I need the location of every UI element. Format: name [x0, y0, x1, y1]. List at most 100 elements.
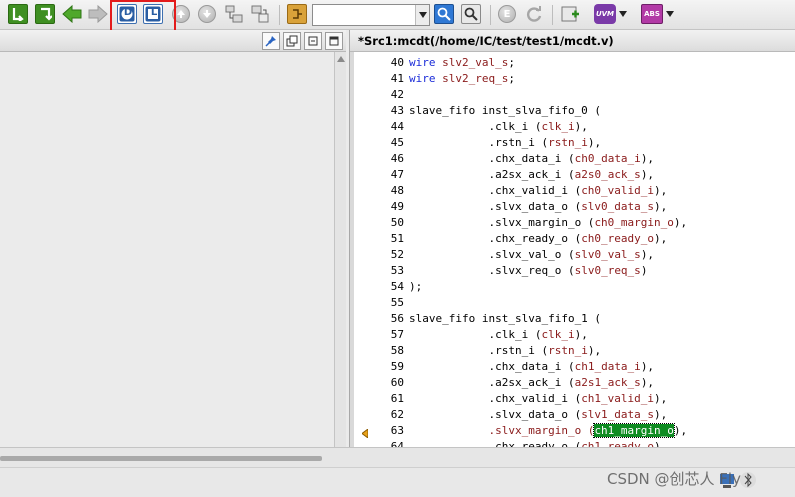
code-line[interactable]: 44 .clk_i (clk_i),: [354, 119, 795, 135]
code-identifier[interactable]: ch1_data_i: [575, 360, 641, 373]
driver-label: D: [123, 7, 133, 18]
uvm-icon[interactable]: UVM: [594, 4, 616, 24]
code-identifier[interactable]: ch0_margin_o: [594, 216, 673, 229]
pin-icon[interactable]: [262, 32, 280, 50]
code-token: .clk_i (: [409, 120, 542, 133]
code-identifier[interactable]: ch0_data_i: [575, 152, 641, 165]
code-line[interactable]: 51 .chx_ready_o (ch0_ready_o),: [354, 231, 795, 247]
line-number: 64: [390, 440, 404, 447]
code-text: .clk_i (clk_i),: [409, 327, 587, 343]
e-icon[interactable]: E: [498, 5, 516, 23]
code-line[interactable]: 55: [354, 295, 795, 311]
up-icon[interactable]: [172, 5, 190, 23]
search-input[interactable]: [313, 5, 417, 25]
code-identifier[interactable]: ch0_valid_i: [581, 184, 654, 197]
show-driver-icon[interactable]: D: [117, 4, 137, 24]
forward-arrow-icon[interactable]: [88, 4, 108, 24]
code-identifier[interactable]: .slvx_margin_o (: [409, 424, 594, 437]
code-line[interactable]: 63 .slvx_margin_o (ch1_margin_o),: [354, 423, 795, 439]
horizontal-scrollbar[interactable]: [0, 447, 795, 467]
refresh-icon[interactable]: [524, 4, 544, 24]
code-identifier[interactable]: ch1_valid_i: [581, 392, 654, 405]
code-line[interactable]: 64 .chx_ready_o (ch1_ready_o),: [354, 439, 795, 447]
down-icon[interactable]: [198, 5, 216, 23]
code-line[interactable]: 48 .chx_valid_i (ch0_valid_i),: [354, 183, 795, 199]
code-token: .a2sx_ack_i (: [409, 168, 575, 181]
code-identifier[interactable]: slv0_req_s: [575, 264, 641, 277]
code-line[interactable]: 45 .rstn_i (rstn_i),: [354, 135, 795, 151]
chevron-down-icon[interactable]: [617, 4, 629, 24]
code-text: .chx_valid_i (ch0_valid_i),: [409, 183, 667, 199]
line-number: 47: [390, 168, 404, 181]
code-token: .rstn_i (: [409, 344, 549, 357]
code-identifier[interactable]: slv2_val_s: [442, 56, 508, 69]
code-line[interactable]: 56 slave_fifo inst_slva_fifo_1 (: [354, 311, 795, 327]
code-identifier[interactable]: clk_i: [541, 120, 574, 133]
code-token: ),: [673, 424, 688, 437]
line-number: 59: [390, 360, 404, 373]
load-label: L: [150, 7, 158, 18]
code-line[interactable]: 62 .slvx_data_o (slv1_data_s),: [354, 407, 795, 423]
editor-title: *Src1:mcdt(/home/IC/test/test1/mcdt.v): [350, 30, 795, 52]
undock-icon[interactable]: [283, 32, 301, 50]
code-identifier[interactable]: slv0_val_s: [575, 248, 641, 261]
show-load-icon[interactable]: L: [143, 4, 163, 24]
abs-icon[interactable]: ABS: [641, 4, 663, 24]
scroll-up-icon[interactable]: [337, 56, 345, 62]
trace-load-icon[interactable]: [8, 4, 28, 24]
code-identifier[interactable]: slv0_data_s: [581, 200, 654, 213]
code-identifier[interactable]: a2s1_ack_s: [575, 376, 641, 389]
code-line[interactable]: 54);: [354, 279, 795, 295]
code-identifier[interactable]: rstn_i: [548, 344, 588, 357]
line-number: 52: [390, 248, 404, 261]
code-text: .slvx_data_o (slv0_data_s),: [409, 199, 667, 215]
main-toolbar: D L E UVM ABS: [0, 0, 795, 30]
code-line[interactable]: 50 .slvx_margin_o (ch0_margin_o),: [354, 215, 795, 231]
code-text: .rstn_i (rstn_i),: [409, 343, 601, 359]
code-text: .chx_ready_o (ch0_ready_o),: [409, 231, 667, 247]
code-line[interactable]: 59 .chx_data_i (ch1_data_i),: [354, 359, 795, 375]
code-line[interactable]: 60 .a2sx_ack_i (a2s1_ack_s),: [354, 375, 795, 391]
code-line[interactable]: 57 .clk_i (clk_i),: [354, 327, 795, 343]
code-line[interactable]: 40 wire slv2_val_s;: [354, 55, 795, 71]
chevron-down-icon[interactable]: [664, 4, 676, 24]
code-line[interactable]: 47 .a2sx_ack_i (a2s0_ack_s),: [354, 167, 795, 183]
left-vertical-scrollbar[interactable]: [334, 52, 346, 447]
code-line[interactable]: 58 .rstn_i (rstn_i),: [354, 343, 795, 359]
selected-signal[interactable]: ch1_margin_o: [593, 423, 675, 438]
trace-driver-icon[interactable]: [35, 4, 55, 24]
code-line[interactable]: 41 wire slv2_req_s;: [354, 71, 795, 87]
code-identifier[interactable]: slv1_data_s: [581, 408, 654, 421]
back-arrow-icon[interactable]: [62, 4, 82, 24]
code-text: .slvx_margin_o (ch0_margin_o),: [409, 215, 687, 231]
code-identifier[interactable]: ch1_ready_o: [581, 440, 654, 447]
find-icon[interactable]: [434, 4, 454, 24]
chevron-down-icon[interactable]: [415, 5, 429, 25]
add-icon[interactable]: [560, 4, 580, 24]
code-line[interactable]: 42: [354, 87, 795, 103]
code-identifier[interactable]: slv2_req_s: [442, 72, 508, 85]
code-identifier[interactable]: ch0_ready_o: [581, 232, 654, 245]
horizontal-scrollbar-thumb[interactable]: [0, 456, 322, 461]
code-identifier[interactable]: clk_i: [541, 328, 574, 341]
schematic-icon[interactable]: [287, 4, 307, 24]
code-line[interactable]: 46 .chx_data_i (ch0_data_i),: [354, 151, 795, 167]
maximize-icon[interactable]: [325, 32, 343, 50]
code-identifier[interactable]: a2s0_ack_s: [575, 168, 641, 181]
left-panel-body: [0, 52, 334, 447]
code-line[interactable]: 43 slave_fifo inst_slva_fifo_0 (: [354, 103, 795, 119]
code-token: .clk_i (: [409, 328, 542, 341]
hierarchy2-icon[interactable]: [250, 4, 270, 24]
code-token: ),: [640, 376, 655, 389]
find-next-icon[interactable]: [461, 4, 481, 24]
code-identifier[interactable]: rstn_i: [548, 136, 588, 149]
code-line[interactable]: 49 .slvx_data_o (slv0_data_s),: [354, 199, 795, 215]
code-line[interactable]: 53 .slvx_req_o (slv0_req_s): [354, 263, 795, 279]
code-text: .slvx_val_o (slv0_val_s),: [409, 247, 654, 263]
code-line[interactable]: 61 .chx_valid_i (ch1_valid_i),: [354, 391, 795, 407]
search-combo[interactable]: [312, 4, 430, 26]
hierarchy-icon[interactable]: [224, 4, 244, 24]
code-view[interactable]: 40 wire slv2_val_s; 41 wire slv2_req_s; 42 43…: [354, 52, 795, 447]
minimize-icon[interactable]: [304, 32, 322, 50]
code-line[interactable]: 52 .slvx_val_o (slv0_val_s),: [354, 247, 795, 263]
